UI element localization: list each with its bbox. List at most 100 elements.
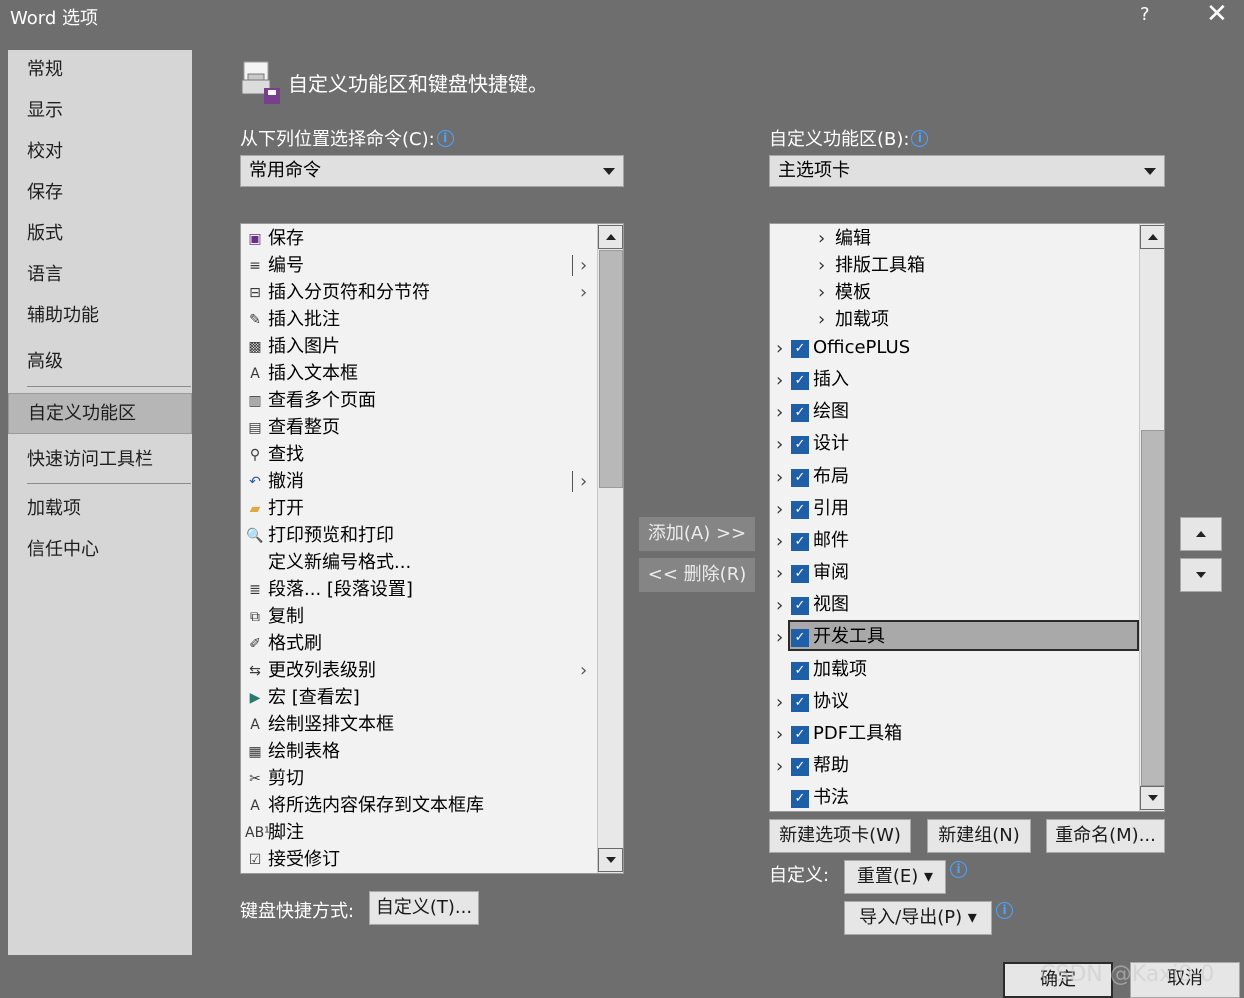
chevron-right-icon[interactable]: › <box>776 688 783 718</box>
checkbox[interactable]: ✓ <box>791 661 809 680</box>
command-item[interactable]: ⊟ 插入分页符和分节符 › <box>242 279 596 306</box>
chevron-right-icon[interactable]: › <box>776 591 783 621</box>
command-item[interactable]: ☑ 接受修订 <box>242 846 596 873</box>
command-item[interactable]: ⇆ 更改列表级别 › <box>242 657 596 684</box>
command-item[interactable]: AB¹ 脚注 <box>242 819 596 846</box>
chevron-right-icon[interactable]: › <box>776 559 783 589</box>
chevron-right-icon[interactable]: › <box>818 279 825 306</box>
command-item[interactable]: ⚲ 查找 <box>242 441 596 468</box>
nav-item-proofing[interactable]: 校对 <box>8 134 192 170</box>
commands-list[interactable]: ▣ 保存 ≡ 编号 › ⊟ 插入分页符和分节符 › ✎ 插入批注 ▩ 插入图片 A 插入文本框 ▥ 查看多个页… <box>240 223 624 874</box>
command-item[interactable]: 🔍 打印预览和打印 <box>242 522 596 549</box>
new-tab-button[interactable]: 新建选项卡(W) <box>769 819 911 853</box>
chevron-right-icon[interactable]: › <box>776 430 783 460</box>
command-item[interactable]: A 绘制竖排文本框 <box>242 711 596 738</box>
checkbox[interactable]: ✓ <box>791 340 809 358</box>
nav-item-accessibility[interactable]: 辅助功能 <box>8 298 192 334</box>
nav-item-display[interactable]: 显示 <box>8 93 192 129</box>
command-item[interactable]: ▤ 查看整页 <box>242 414 596 441</box>
ribbon-tab-item[interactable]: › ✓ PDF工具箱 <box>773 719 1133 749</box>
ribbon-tab-item[interactable]: › ✓ OfficePLUS <box>773 333 1133 363</box>
ribbon-tab-item[interactable]: › ✓ 视图 <box>773 590 1133 620</box>
command-item[interactable]: ▩ 插入图片 <box>242 333 596 360</box>
chevron-right-icon[interactable]: › <box>776 623 783 653</box>
command-item[interactable]: ✐ 格式刷 <box>242 630 596 657</box>
ribbon-tab-item[interactable]: › ✓ 插入 <box>773 365 1133 395</box>
move-down-button[interactable] <box>1180 558 1222 592</box>
command-item[interactable]: ≣ 段落... [段落设置] <box>242 576 596 603</box>
ribbon-tab-item[interactable]: › ✓ 引用 <box>773 494 1133 524</box>
command-item[interactable]: ✂ 剪切 <box>242 765 596 792</box>
new-group-button[interactable]: 新建组(N) <box>927 819 1031 853</box>
ribbon-tab-item[interactable]: › ✓ 设计 <box>773 429 1133 459</box>
nav-item-general[interactable]: 常规 <box>8 52 192 88</box>
ribbon-tree[interactable]: › 编辑 › 排版工具箱 › 模板 › 加载项 › ✓ OfficePLUS › ✓ 插入 › ✓ 绘图 › ✓ 设计… <box>769 223 1165 812</box>
nav-item-advanced[interactable]: 高级 <box>8 344 192 380</box>
ribbon-tab-item[interactable]: › ✓ 布局 <box>773 462 1133 492</box>
ribbon-tab-item[interactable]: › ✓ 邮件 <box>773 526 1133 556</box>
ribbon-tab-item[interactable]: › ✓ 绘图 <box>773 397 1133 427</box>
command-item[interactable]: ✎ 插入批注 <box>242 306 596 333</box>
checkbox[interactable]: ✓ <box>791 629 809 648</box>
rename-button[interactable]: 重命名(M)... <box>1046 819 1165 853</box>
ribbon-group-item[interactable]: › 模板 <box>818 279 1128 306</box>
info-icon[interactable]: i <box>436 130 454 147</box>
command-item[interactable]: ▶ 宏 [查看宏] <box>242 684 596 711</box>
command-item[interactable]: 定义新编号格式... <box>242 549 596 576</box>
command-item[interactable]: ▰ 打开 <box>242 495 596 522</box>
ribbon-tab-item[interactable]: › ✓ 帮助 <box>773 751 1133 781</box>
choose-commands-dropdown[interactable]: 常用命令 <box>240 155 624 187</box>
remove-button[interactable]: << 删除(R) <box>639 558 755 592</box>
ribbon-scrollbar[interactable] <box>1139 224 1164 811</box>
nav-item-layout[interactable]: 版式 <box>8 216 192 252</box>
checkbox[interactable]: ✓ <box>791 725 809 744</box>
scroll-up-button[interactable] <box>598 225 623 249</box>
chevron-right-icon[interactable]: › <box>776 752 783 782</box>
chevron-right-icon[interactable]: › <box>776 366 783 396</box>
nav-item-addins[interactable]: 加载项 <box>8 491 192 527</box>
chevron-right-icon[interactable]: › <box>776 495 783 525</box>
command-item[interactable]: ↶ 撤消 › <box>242 468 596 495</box>
checkbox[interactable]: ✓ <box>791 790 809 809</box>
move-up-button[interactable] <box>1180 517 1222 551</box>
scroll-thumb[interactable] <box>599 250 623 488</box>
scroll-down-button[interactable] <box>598 848 623 872</box>
add-button[interactable]: 添加(A) >> <box>639 517 755 551</box>
checkbox[interactable]: ✓ <box>791 693 809 712</box>
command-item[interactable]: ▣ 保存 <box>242 225 596 252</box>
command-item[interactable]: A 将所选内容保存到文本框库 <box>242 792 596 819</box>
checkbox[interactable]: ✓ <box>791 757 809 776</box>
chevron-right-icon[interactable]: › <box>818 252 825 279</box>
checkbox[interactable]: ✓ <box>791 532 809 551</box>
chevron-right-icon[interactable]: › <box>776 398 783 428</box>
chevron-right-icon[interactable]: › <box>776 527 783 557</box>
chevron-right-icon[interactable]: › <box>776 334 783 364</box>
checkbox[interactable]: ✓ <box>791 404 809 423</box>
commands-scrollbar[interactable] <box>597 224 623 873</box>
checkbox[interactable]: ✓ <box>791 565 809 584</box>
nav-item-customize-ribbon[interactable]: 自定义功能区 <box>8 393 192 434</box>
command-item[interactable]: ⧉ 复制 <box>242 603 596 630</box>
info-icon[interactable]: i <box>950 861 967 878</box>
chevron-right-icon[interactable]: › <box>776 720 783 750</box>
nav-item-language[interactable]: 语言 <box>8 257 192 293</box>
chevron-right-icon[interactable]: › <box>818 225 825 252</box>
info-icon[interactable]: i <box>996 902 1013 919</box>
command-item[interactable]: ≡ 编号 › <box>242 252 596 279</box>
ribbon-group-item[interactable]: › 排版工具箱 <box>818 252 1128 279</box>
import-export-dropdown-button[interactable]: 导入/导出(P) ▾ <box>844 901 992 935</box>
nav-item-quick-access-toolbar[interactable]: 快速访问工具栏 <box>8 442 192 478</box>
ribbon-tabs-dropdown[interactable]: 主选项卡 <box>769 155 1165 187</box>
command-item[interactable]: ▥ 查看多个页面 <box>242 387 596 414</box>
nav-item-save[interactable]: 保存 <box>8 175 192 211</box>
command-item[interactable]: ▦ 绘制表格 <box>242 738 596 765</box>
checkbox[interactable]: ✓ <box>791 436 809 455</box>
info-icon[interactable]: i <box>911 130 929 147</box>
ribbon-tab-item[interactable]: › ✓ 协议 <box>773 687 1133 717</box>
close-button[interactable]: ✕ <box>1206 1 1228 27</box>
scroll-down-button[interactable] <box>1140 786 1164 810</box>
ribbon-tab-item[interactable]: › ✓ 审阅 <box>773 558 1133 588</box>
customize-shortcut-button[interactable]: 自定义(T)... <box>369 891 479 925</box>
help-button[interactable]: ? <box>1140 4 1150 25</box>
checkbox[interactable]: ✓ <box>791 468 809 487</box>
